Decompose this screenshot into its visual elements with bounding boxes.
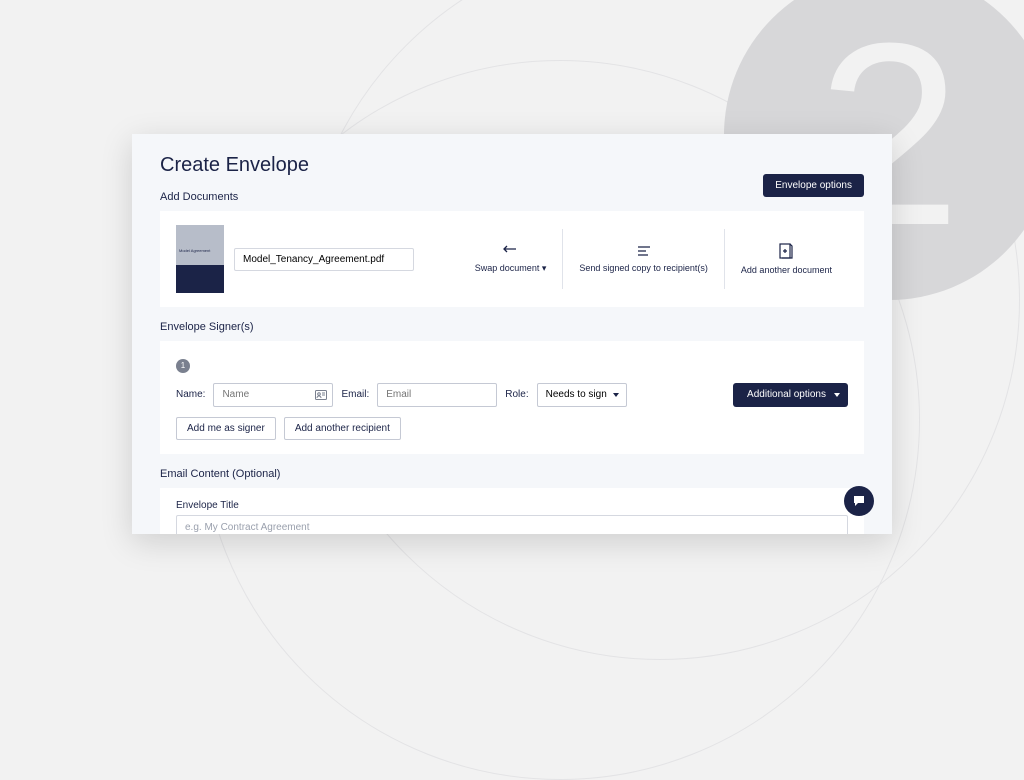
email-content-heading: Email Content (Optional) [160, 468, 864, 480]
documents-card: Model Agreement Swap document ▾ Send sig… [160, 211, 864, 307]
signers-card: 1 Name: Email: Role: Needs to sign Addit… [160, 341, 864, 454]
email-label: Email: [341, 389, 369, 400]
chat-icon [852, 494, 866, 508]
add-documents-heading: Add Documents [160, 191, 864, 203]
add-another-recipient-button[interactable]: Add another recipient [284, 417, 401, 440]
send-copy-label: Send signed copy to recipient(s) [579, 263, 708, 273]
signer-role-select[interactable]: Needs to sign [537, 383, 627, 407]
swap-icon [502, 245, 520, 257]
envelope-options-button[interactable]: Envelope options [763, 174, 864, 197]
signer-number-badge: 1 [176, 359, 190, 373]
signer-email-input[interactable] [377, 383, 497, 407]
additional-options-button[interactable]: Additional options [733, 383, 848, 407]
create-envelope-panel: Create Envelope Envelope options Add Doc… [132, 134, 892, 534]
document-thumbnail[interactable]: Model Agreement [176, 225, 224, 293]
chat-widget-button[interactable] [844, 486, 874, 516]
swap-document-button[interactable]: Swap document ▾ [459, 229, 563, 289]
send-signed-copy-button[interactable]: Send signed copy to recipient(s) [562, 229, 724, 289]
email-content-card: Envelope Title Subject [160, 488, 864, 535]
page-title: Create Envelope [160, 154, 864, 177]
thumbnail-caption: Model Agreement [179, 249, 221, 253]
envelope-signers-heading: Envelope Signer(s) [160, 321, 864, 333]
envelope-title-input[interactable] [176, 515, 848, 535]
list-icon [636, 245, 652, 257]
swap-label: Swap document ▾ [475, 263, 547, 274]
signer-name-input[interactable] [213, 383, 333, 407]
role-label: Role: [505, 389, 528, 400]
add-document-icon [779, 243, 793, 259]
envelope-title-label: Envelope Title [176, 500, 848, 511]
name-label: Name: [176, 389, 205, 400]
add-me-as-signer-button[interactable]: Add me as signer [176, 417, 276, 440]
add-another-label: Add another document [741, 265, 832, 275]
add-another-document-button[interactable]: Add another document [724, 229, 848, 289]
document-filename-input[interactable] [234, 248, 414, 271]
